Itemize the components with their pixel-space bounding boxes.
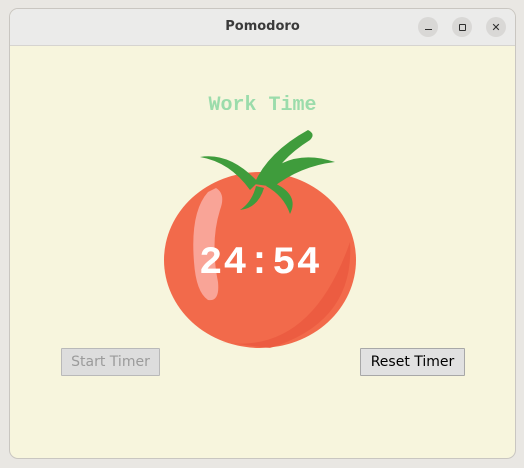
tomato-icon [164, 130, 356, 348]
title-bar[interactable]: Pomodoro ✕ [10, 9, 515, 46]
window-title: Pomodoro [225, 19, 300, 34]
minimize-icon [424, 29, 432, 30]
maximize-icon [458, 23, 466, 31]
mode-heading: Work Time [208, 94, 317, 117]
close-icon: ✕ [491, 20, 501, 34]
app-window: Pomodoro ✕ Work Time 24:54 Start Timer R… [9, 8, 516, 459]
maximize-button[interactable] [452, 17, 472, 37]
minimize-button[interactable] [418, 17, 438, 37]
start-timer-button[interactable]: Start Timer [61, 348, 160, 376]
reset-timer-button[interactable]: Reset Timer [360, 348, 465, 376]
close-button[interactable]: ✕ [486, 17, 506, 37]
timer-display: 24:54 [198, 241, 322, 285]
